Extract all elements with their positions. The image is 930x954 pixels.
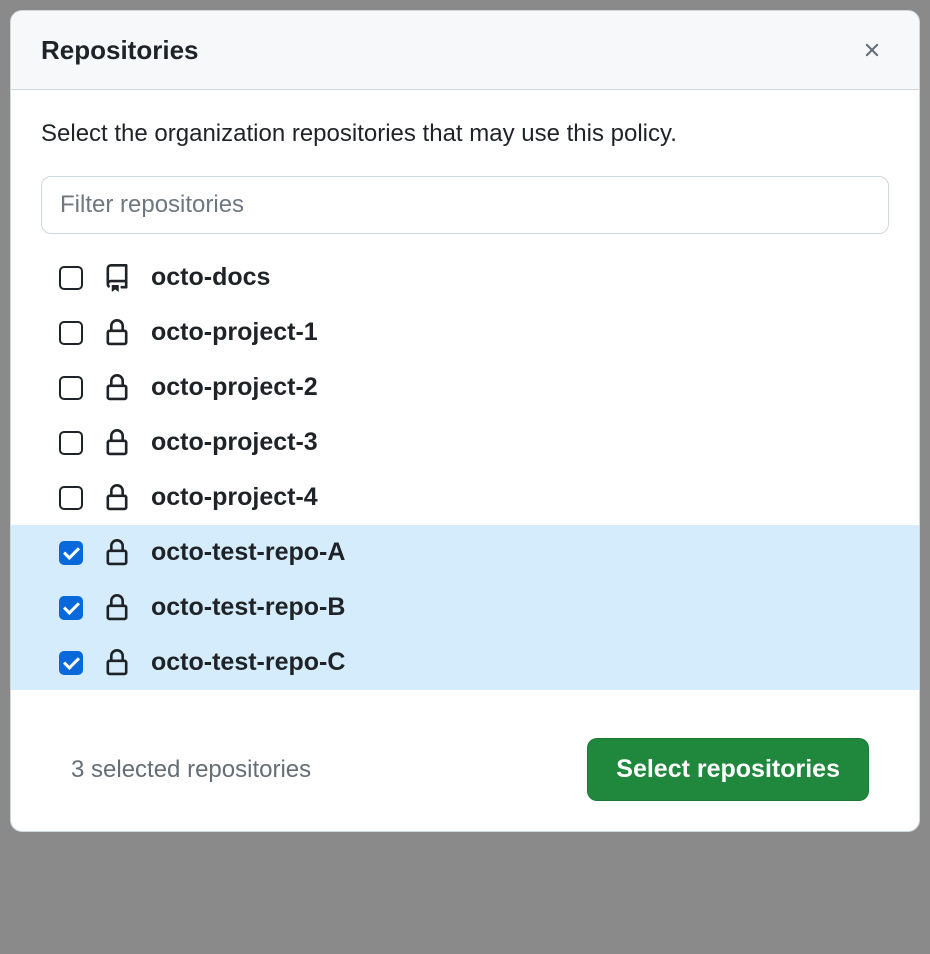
repo-name-label: octo-test-repo-A [151,538,345,567]
repo-name-label: octo-docs [151,263,270,292]
lock-icon [103,319,131,347]
lock-icon [103,649,131,677]
selected-count-label: 3 selected repositories [71,756,311,784]
repo-item[interactable]: octo-docs [11,250,919,305]
modal-title: Repositories [41,35,199,66]
repositories-modal: Repositories Select the organization rep… [10,10,920,832]
close-icon [861,39,883,61]
repo-name-label: octo-project-1 [151,318,318,347]
modal-header: Repositories [11,11,919,90]
repo-name-label: octo-project-2 [151,373,318,402]
repo-checkbox[interactable] [59,431,83,455]
filter-repositories-input[interactable] [41,176,889,234]
repo-checkbox[interactable] [59,321,83,345]
repo-checkbox[interactable] [59,486,83,510]
select-repositories-button[interactable]: Select repositories [587,738,869,801]
lock-icon [103,594,131,622]
repo-icon [103,264,131,292]
repository-list: octo-docs octo-project-1 octo-project-2 oct… [11,250,919,690]
repo-item[interactable]: octo-test-repo-C [11,635,919,690]
repo-checkbox[interactable] [59,266,83,290]
lock-icon [103,374,131,402]
repo-name-label: octo-test-repo-B [151,593,345,622]
lock-icon [103,429,131,457]
lock-icon [103,484,131,512]
lock-icon [103,539,131,567]
repo-name-label: octo-project-3 [151,428,318,457]
modal-subtitle: Select the organization repositories tha… [41,120,889,148]
repo-item[interactable]: octo-project-3 [11,415,919,470]
repo-checkbox[interactable] [59,596,83,620]
repo-item[interactable]: octo-project-4 [11,470,919,525]
modal-body: Select the organization repositories tha… [11,90,919,720]
repo-item[interactable]: octo-test-repo-A [11,525,919,580]
repo-checkbox[interactable] [59,541,83,565]
repo-item[interactable]: octo-test-repo-B [11,580,919,635]
repo-name-label: octo-project-4 [151,483,318,512]
modal-footer: 3 selected repositories Select repositor… [11,720,919,831]
repo-item[interactable]: octo-project-2 [11,360,919,415]
repo-item[interactable]: octo-project-1 [11,305,919,360]
repo-name-label: octo-test-repo-C [151,648,345,677]
close-button[interactable] [855,33,889,67]
repo-checkbox[interactable] [59,376,83,400]
repo-checkbox[interactable] [59,651,83,675]
